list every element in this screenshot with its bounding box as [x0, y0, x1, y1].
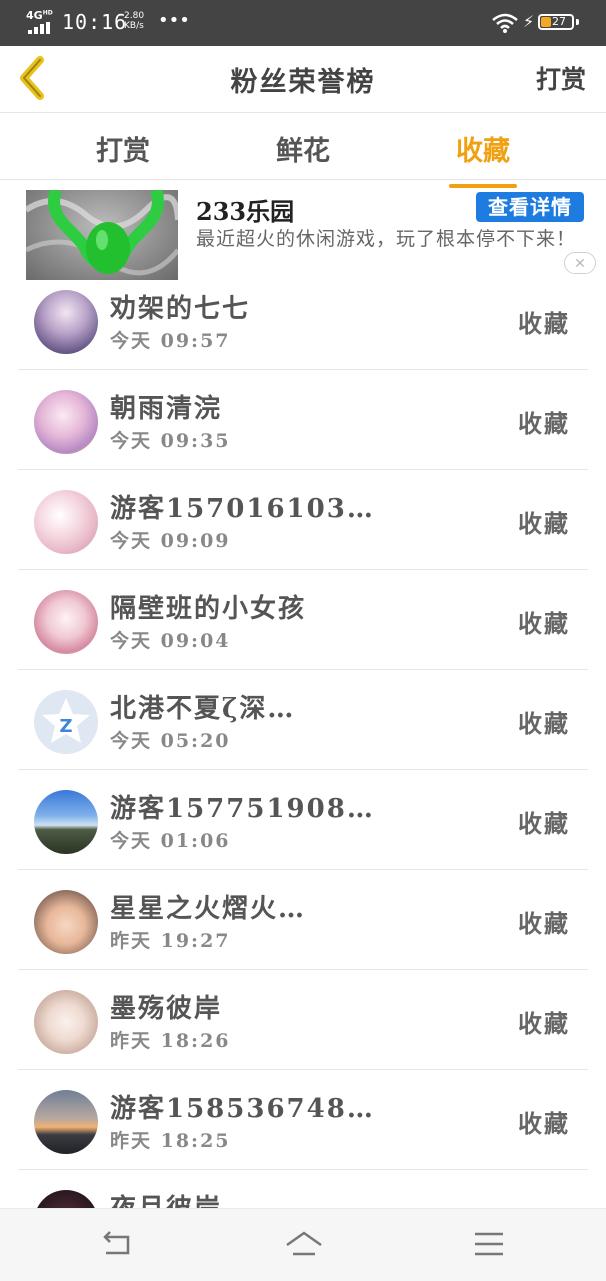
network-speed: 2.80 KB/s [124, 11, 145, 31]
user-name: 游客158536748… [110, 1094, 375, 1124]
favorite-time: 今天 05:20 [110, 730, 231, 752]
tab-favorites[interactable]: 收藏 [443, 129, 523, 188]
network-type: 4GHD [26, 9, 53, 22]
list-item[interactable]: 隔壁班的小女孩 今天 09:04 收藏 [0, 570, 606, 670]
avatar[interactable] [34, 790, 98, 854]
ad-banner[interactable]: 233乐园 查看详情 最近超火的休闲游戏，玩了根本停不下来！ ✕ [0, 181, 606, 283]
favorite-time: 今天 09:09 [110, 530, 231, 552]
user-name: 隔壁班的小女孩 [110, 594, 307, 624]
svg-text:Z: Z [59, 716, 72, 737]
avatar[interactable] [34, 990, 98, 1054]
ad-details-button[interactable]: 查看详情 [476, 192, 584, 222]
ad-title: 233乐园 [196, 197, 295, 226]
action-label: 收藏 [518, 909, 570, 938]
reward-button[interactable]: 打赏 [536, 60, 586, 96]
tab-flowers[interactable]: 鲜花 [263, 129, 343, 168]
list-item[interactable]: 朝雨清浣 今天 09:35 收藏 [0, 370, 606, 470]
avatar[interactable] [34, 490, 98, 554]
favorite-time: 今天 09:04 [110, 630, 231, 652]
user-name: 星星之火熠火… [110, 894, 307, 924]
list-item[interactable]: 游客157016103… 今天 09:09 收藏 [0, 470, 606, 570]
user-name: 游客157751908… [110, 794, 375, 824]
action-label: 收藏 [518, 409, 570, 438]
app-header: 粉丝荣誉榜 打赏 [0, 46, 606, 113]
avatar[interactable] [34, 290, 98, 354]
favorite-time: 昨天 18:26 [110, 1030, 231, 1052]
avatar[interactable]: Z [34, 690, 98, 754]
avatar[interactable] [34, 590, 98, 654]
wifi-icon [492, 13, 518, 33]
status-bar: 4GHD 10:16 2.80 KB/s ••• ⚡ 27 [0, 0, 606, 46]
action-label: 收藏 [518, 309, 570, 338]
home-icon[interactable] [285, 1229, 323, 1259]
qq-default-icon: Z [42, 698, 90, 743]
list-item[interactable]: 游客158536748… 昨天 18:25 收藏 [0, 1070, 606, 1170]
list-item[interactable]: 墨殇彼岸 昨天 18:26 收藏 [0, 970, 606, 1070]
user-name: 朝雨清浣 [110, 394, 223, 424]
avatar[interactable] [34, 1090, 98, 1154]
menu-icon[interactable] [472, 1229, 506, 1259]
list-item[interactable]: 游客157751908… 今天 01:06 收藏 [0, 770, 606, 870]
list-item[interactable]: 星星之火熠火… 昨天 19:27 收藏 [0, 870, 606, 970]
tab-reward[interactable]: 打赏 [83, 129, 163, 168]
action-label: 收藏 [518, 809, 570, 838]
user-name: 墨殇彼岸 [110, 994, 223, 1024]
action-label: 收藏 [518, 1009, 570, 1038]
favorite-time: 今天 09:35 [110, 430, 231, 452]
page-title: 粉丝荣誉榜 [230, 67, 376, 98]
charging-icon: ⚡ [523, 12, 535, 31]
favorite-time: 今天 09:57 [110, 330, 231, 352]
system-nav-bar [0, 1208, 606, 1281]
battery-icon: 27 [538, 14, 574, 30]
action-label: 收藏 [518, 609, 570, 638]
avatar[interactable] [34, 390, 98, 454]
favorite-time: 昨天 19:27 [110, 930, 231, 952]
user-name: 劝架的七七 [110, 294, 251, 324]
fan-list: 劝架的七七 今天 09:57 收藏 朝雨清浣 今天 09:35 收藏 游客157… [0, 270, 606, 1270]
action-label: 收藏 [518, 509, 570, 538]
user-name: 游客157016103… [110, 494, 375, 524]
list-item[interactable]: Z 北港不夏ζ深… 今天 05:20 收藏 [0, 670, 606, 770]
favorite-time: 昨天 18:25 [110, 1130, 231, 1152]
signal-icon [28, 22, 54, 34]
clock: 10:16 [62, 10, 128, 34]
ad-description: 最近超火的休闲游戏，玩了根本停不下来！ [196, 228, 577, 250]
action-label: 收藏 [518, 1109, 570, 1138]
tab-bar: 打赏 鲜花 收藏 [0, 113, 606, 188]
back-icon[interactable] [100, 1229, 134, 1259]
user-name: 北港不夏ζ深… [110, 694, 296, 724]
avatar[interactable] [34, 890, 98, 954]
favorite-time: 今天 01:06 [110, 830, 231, 852]
ad-image[interactable] [26, 190, 178, 280]
more-notifications-icon: ••• [158, 10, 190, 31]
action-label: 收藏 [518, 709, 570, 738]
list-item[interactable]: 劝架的七七 今天 09:57 收藏 [0, 270, 606, 370]
